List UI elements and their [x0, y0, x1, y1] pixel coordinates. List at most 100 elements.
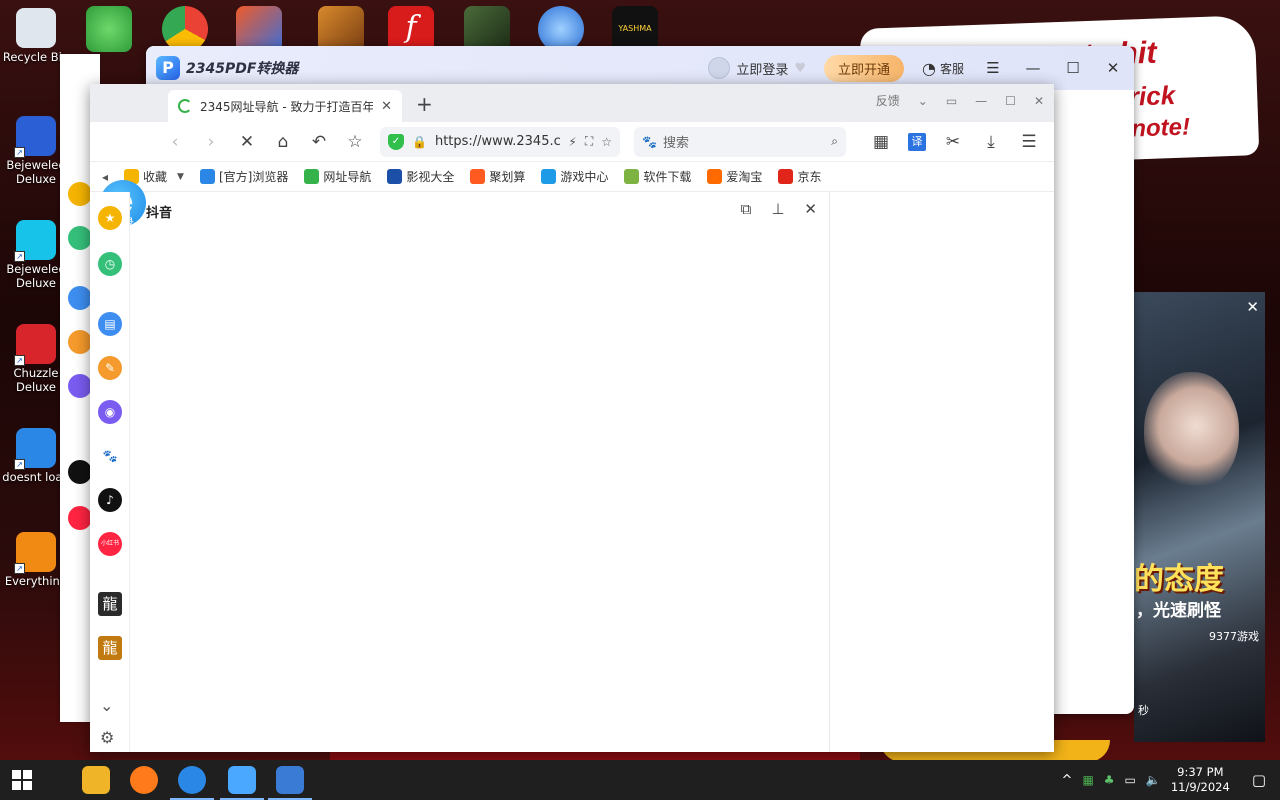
sidebar-item-xiaohongshu[interactable]: 小红书	[98, 532, 122, 556]
taskbar-firefox-icon[interactable]	[130, 766, 158, 794]
pdf-service-button[interactable]: ◔ 客服	[922, 59, 964, 78]
bookmark-label: 聚划算	[489, 170, 526, 184]
game-ad[interactable]: ✕ 的态度 ，光速刷怪 9377游戏 秒	[1134, 292, 1265, 742]
favorites-list-icon[interactable]: ☆	[344, 131, 366, 153]
forward-icon[interactable]: ›	[200, 131, 222, 153]
bookmark-icon	[199, 169, 215, 184]
sidebar-item-favorites[interactable]: ★	[98, 206, 122, 230]
bookmark-label: 影视大全	[406, 170, 455, 184]
sidebar-item-dragon-1[interactable]: 龍	[98, 592, 122, 616]
open-external-icon[interactable]: ⧉	[741, 200, 752, 218]
chevron-down-icon[interactable]: ▼	[177, 172, 184, 182]
taskbar-security-icon[interactable]	[276, 766, 304, 794]
new-tab-icon[interactable]: +	[416, 92, 433, 116]
undo-icon[interactable]: ↶	[308, 131, 330, 153]
bookmark-item[interactable]: 影视大全	[387, 168, 454, 185]
heart-icon: ♥	[794, 60, 806, 76]
clock-time: 9:37 PM	[1177, 765, 1224, 779]
download-icon[interactable]: ⤓	[980, 131, 1002, 153]
bookmark-label: 游戏中心	[560, 170, 609, 184]
maximize-icon[interactable]: ☐	[1062, 59, 1084, 77]
sidebar-item-dragon-2[interactable]: 龍	[98, 636, 122, 660]
scissors-icon[interactable]: ✂	[942, 131, 964, 153]
maximize-icon[interactable]: ☐	[1005, 94, 1016, 108]
tray-people-icon[interactable]: ♣	[1104, 773, 1115, 787]
minimize-icon[interactable]: —	[1022, 59, 1044, 77]
shortcut-arrow-icon: ↗	[14, 563, 25, 574]
search-input[interactable]: 搜索	[663, 132, 825, 151]
shortcut-arrow-icon: ↗	[14, 147, 25, 158]
pin-icon[interactable]: ⊥	[771, 200, 784, 218]
address-bar[interactable]: ✓ 🔒 https://www.2345.com ⚡ ⛶ ☆	[380, 126, 620, 157]
lightning-icon[interactable]: ⚡	[568, 135, 576, 149]
clock[interactable]: 9:37 PM 11/9/2024	[1171, 765, 1230, 795]
bookmark-item[interactable]: 京东	[778, 168, 821, 185]
bookmark-item[interactable]: 聚划算	[470, 168, 525, 185]
close-icon[interactable]: ✕	[804, 200, 817, 218]
ad-character	[1144, 372, 1239, 492]
back-icon[interactable]: ‹	[164, 131, 186, 153]
taskbar-pdf-converter-icon[interactable]	[228, 766, 256, 794]
navigation-toolbar: ‹ › ✕ ⌂ ↶ ☆ ✓ 🔒 https://www.2345.com ⚡ ⛶…	[90, 122, 1054, 162]
notifications-icon[interactable]: ▢	[1252, 771, 1266, 789]
sidebar-item-toolbox[interactable]: ▤	[98, 312, 122, 336]
sidebar-item-douyin[interactable]: ♪	[98, 488, 122, 512]
douyin-side-panel: 抖音 ⧉ ⊥ ✕	[132, 192, 830, 752]
wallpaper-text-line3: note!	[1130, 113, 1191, 143]
tab-2345-navigation[interactable]: 2345网址导航 - 致力于打造百年品牌 ✕	[168, 90, 402, 122]
clock-date: 11/9/2024	[1170, 780, 1230, 794]
translate-icon[interactable]: 译	[908, 132, 926, 151]
bookmark-item[interactable]: 游戏中心	[541, 168, 608, 185]
avatar	[708, 57, 731, 79]
network-icon[interactable]: ▭	[1125, 773, 1136, 787]
bookmarks-toggle-icon[interactable]: ◂	[102, 170, 108, 184]
star-icon[interactable]: ☆	[601, 135, 612, 149]
sidebar-item-history[interactable]: ◷	[98, 252, 122, 276]
search-icon[interactable]: ⌕	[831, 134, 838, 149]
security-shield-icon: ✓	[388, 133, 404, 150]
bookmark-icon	[707, 169, 723, 184]
tray-grid-icon[interactable]: ▦	[1082, 773, 1093, 787]
gear-icon[interactable]: ⚙	[100, 728, 114, 747]
bookmark-item[interactable]: [官方]浏览器	[199, 168, 288, 185]
close-icon[interactable]: ✕	[1102, 59, 1124, 77]
ad-close-icon[interactable]: ✕	[1246, 298, 1259, 316]
bookmark-item[interactable]: 爱淘宝	[707, 168, 762, 185]
minimize-icon[interactable]: —	[975, 94, 987, 108]
menu-icon[interactable]: ☰	[982, 59, 1004, 77]
stop-icon[interactable]: ✕	[236, 131, 258, 153]
notification-icon[interactable]: ▭	[946, 94, 957, 108]
bookmark-icon	[778, 169, 794, 184]
bookmark-item[interactable]: 网址导航	[304, 168, 371, 185]
desktop-icon-image: ↗	[14, 428, 56, 470]
screenshot-icon[interactable]: ⛶	[585, 134, 593, 149]
pdf-logo-icon: P	[156, 56, 180, 80]
taskbar-file-explorer-icon[interactable]	[82, 766, 110, 794]
pdf-vip-button[interactable]: 立即开通	[824, 54, 905, 82]
tab-close-icon[interactable]: ✕	[381, 99, 392, 114]
windows-start-icon[interactable]	[12, 770, 32, 790]
chevron-up-icon[interactable]: ^	[1062, 773, 1073, 788]
feedback-button[interactable]: 反馈	[876, 92, 900, 109]
sidebar-item-tools[interactable]: ✎	[98, 356, 122, 380]
chevron-down-icon[interactable]: ⌄	[100, 696, 113, 715]
shortcut-arrow-icon: ↗	[14, 459, 25, 470]
chevron-down-icon[interactable]: ⌄	[918, 94, 928, 108]
messenger-icon[interactable]	[86, 6, 132, 52]
apps-grid-icon[interactable]: ▦	[870, 131, 892, 153]
search-box[interactable]: 🐾 搜索 ⌕	[634, 126, 846, 157]
volume-icon[interactable]: 🔈	[1146, 773, 1161, 787]
ad-seconds: 秒	[1138, 704, 1149, 717]
home-icon[interactable]: ⌂	[272, 131, 294, 153]
bookmark-item[interactable]: 软件下载	[624, 168, 691, 185]
taskbar-ie-browser-icon[interactable]	[178, 766, 206, 794]
ad-subtitle: ，光速刷怪	[1136, 601, 1221, 621]
address-text[interactable]: https://www.2345.com	[435, 134, 560, 149]
menu-icon[interactable]: ☰	[1018, 131, 1040, 153]
close-icon[interactable]: ✕	[1034, 94, 1044, 108]
browser-window[interactable]: 2345网址导航 - 致力于打造百年品牌 ✕ + 反馈 ⌄ ▭ — ☐ ✕ ‹ …	[90, 84, 1054, 752]
sidebar-item-baidu[interactable]: 🐾	[98, 444, 122, 468]
sidebar-rail: ⌄ ⚙ ★ ◷ ▤ ✎ ◉ 🐾 ♪ 小红书龍龍	[90, 192, 130, 752]
pdf-login-button[interactable]: 立即登录 ♥	[708, 57, 806, 79]
sidebar-item-games[interactable]: ◉	[98, 400, 122, 424]
